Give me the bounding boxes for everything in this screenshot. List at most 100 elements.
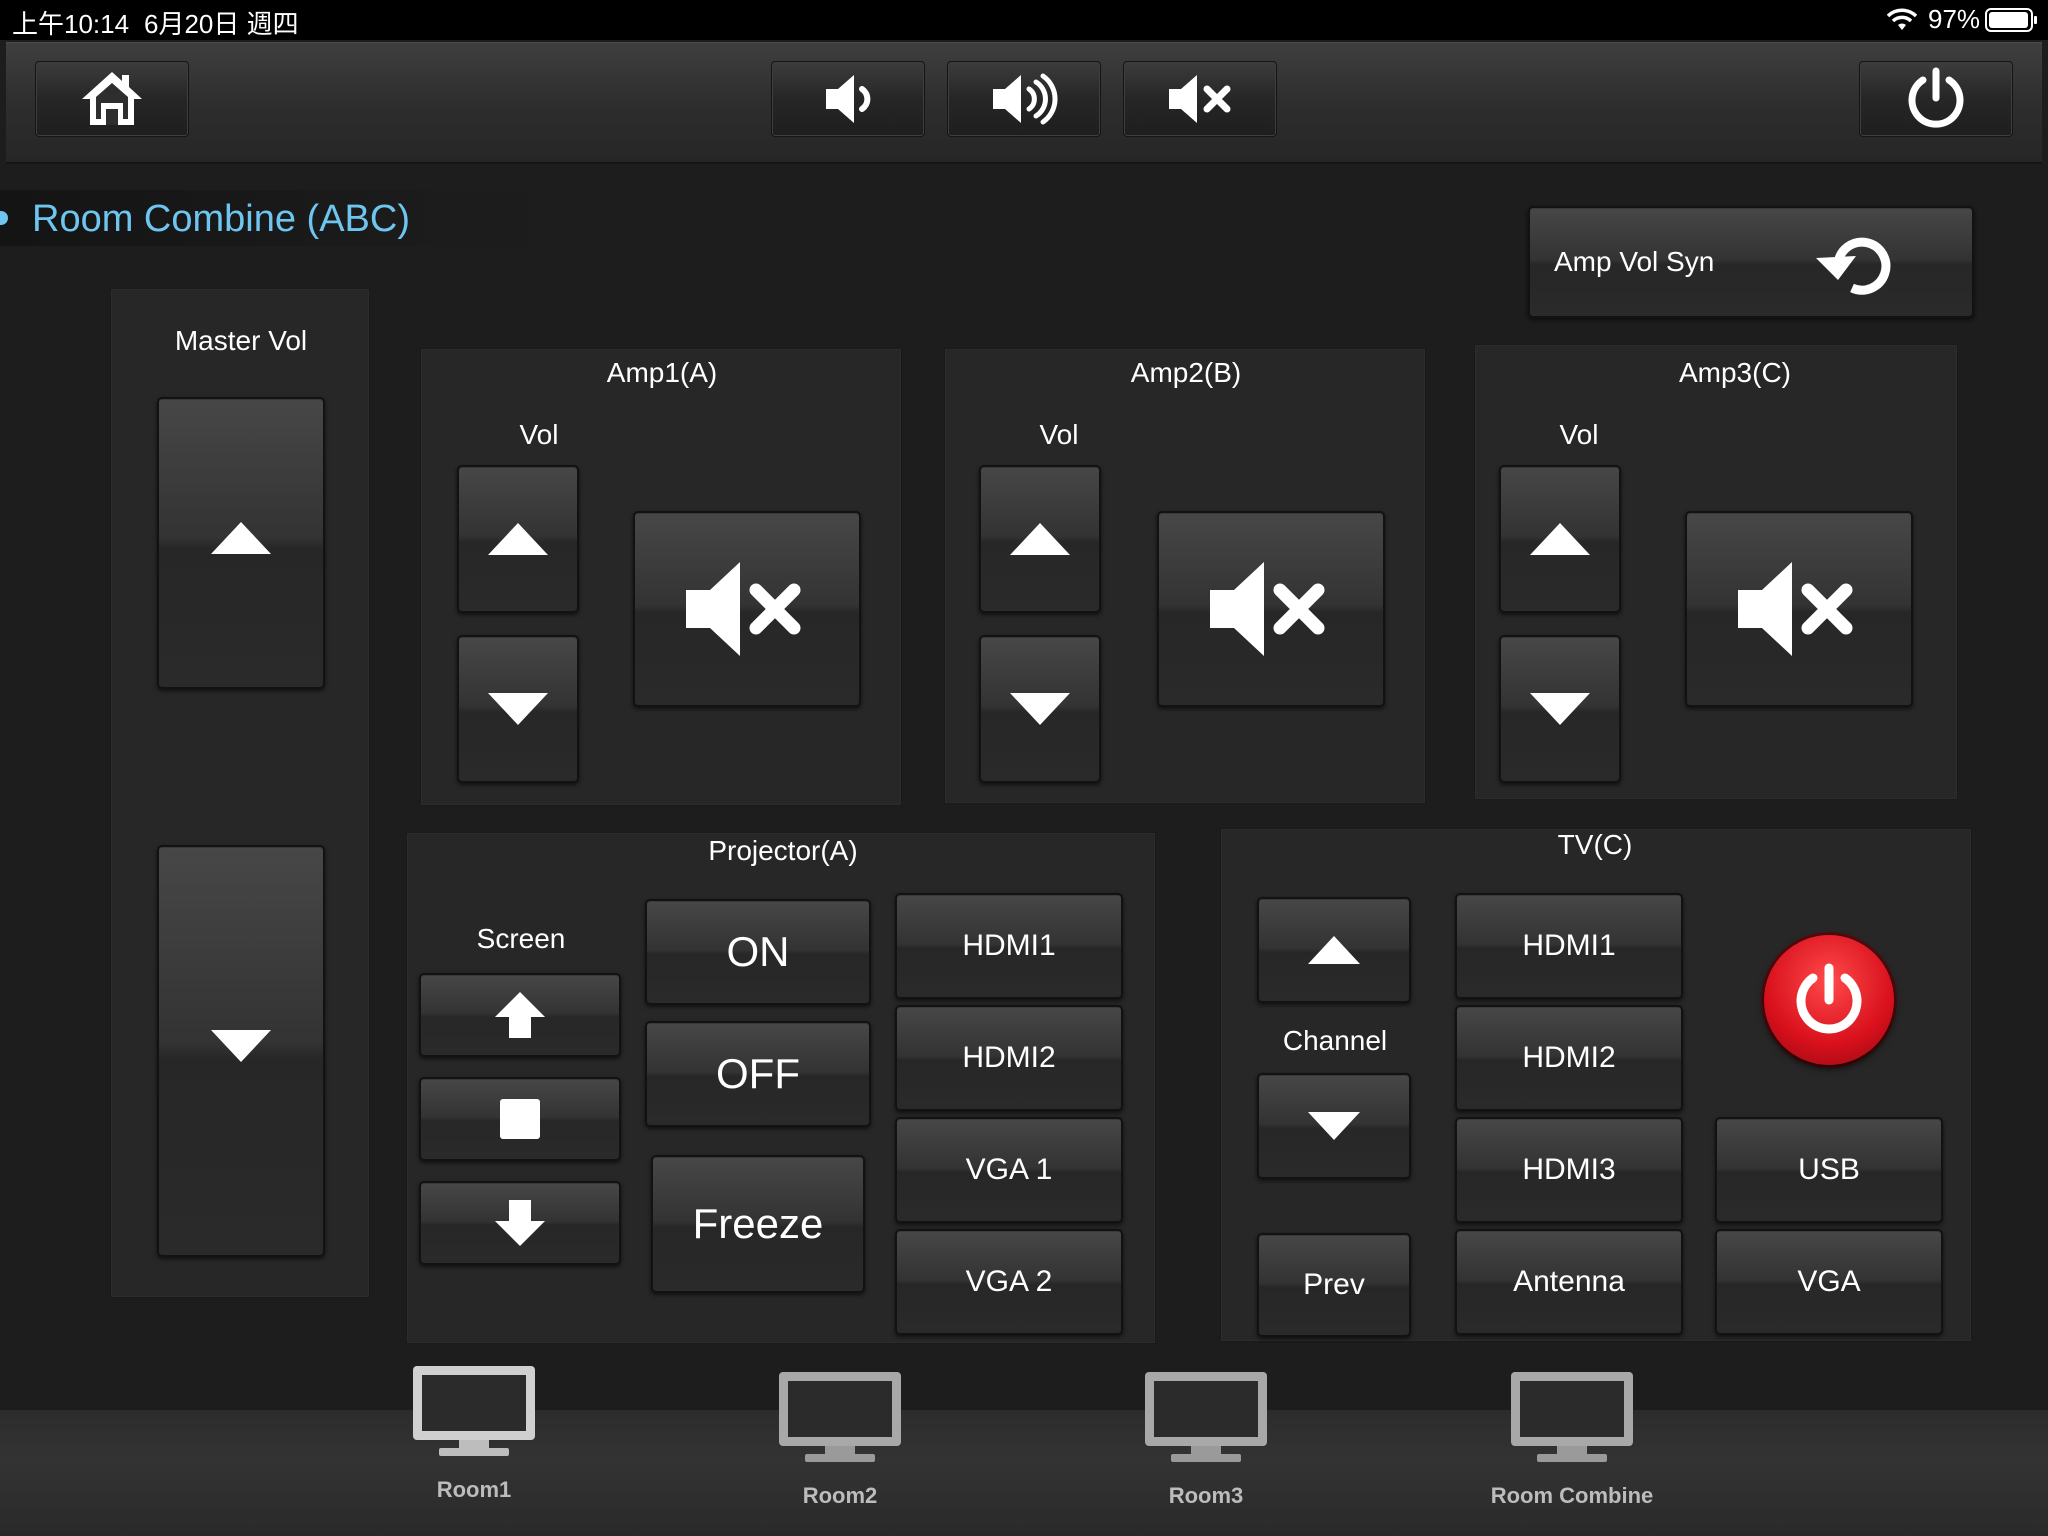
tv-source-usb[interactable]: USB [1715,1117,1943,1223]
amp1-panel: Amp1(A) Vol [420,348,902,806]
power-icon [1908,67,1964,128]
amp-vol-sync-label: Amp Vol Syn [1554,246,1715,277]
arrow-down-icon [211,1030,271,1062]
monitor-icon [1511,1372,1633,1462]
arrow-up-icon [488,523,548,555]
projector-source-hdmi2[interactable]: HDMI2 [895,1005,1123,1111]
mute-icon [1738,562,1853,656]
arrow-up-icon [1530,523,1590,555]
amp2-panel: Amp2(B) Vol [944,348,1426,804]
wifi-icon [1887,8,1917,30]
amp1-mute-button[interactable] [633,511,861,707]
tv-source-hdmi2[interactable]: HDMI2 [1455,1005,1683,1111]
page-title: Room Combine (ABC) [32,198,410,240]
volume-up-button[interactable] [947,61,1101,137]
amp3-vol-label: Vol [1559,419,1599,450]
tv-source-hdmi1[interactable]: HDMI1 [1455,893,1683,999]
screen-up-button[interactable] [419,973,621,1057]
volume-down-button[interactable] [771,61,925,137]
arrow-up-bold-icon [495,992,545,1038]
title-indicator [0,211,8,225]
page-title-bar: Room Combine (ABC) [0,190,560,246]
amp-vol-sync-button[interactable]: Amp Vol Syn [1528,206,1974,318]
room-tab-room1[interactable]: Room1 [394,1362,554,1503]
amp3-vol-up-button[interactable] [1499,465,1621,613]
monitor-icon [779,1372,901,1462]
room-tab-room2[interactable]: Room2 [760,1368,920,1509]
room-tab-room-combine[interactable]: Room Combine [1472,1368,1672,1509]
status-time: 上午10:14 [12,9,130,39]
mute-icon [686,562,801,656]
master-vol-label: Master Vol [174,325,308,356]
volume-up-icon [993,73,1058,125]
amp2-vol-label: Vol [1039,419,1079,450]
projector-source-vga2[interactable]: VGA 2 [895,1229,1123,1335]
arrow-down-icon [488,693,548,725]
tv-panel: TV(C) Channel Prev HDMI1 HDMI2 HDMI3 Ant… [1220,828,1972,1342]
projector-freeze-button[interactable]: Freeze [651,1155,865,1293]
projector-title: Projector(A) [708,835,858,866]
room-tab-bar [0,1410,2048,1536]
projector-source-vga1[interactable]: VGA 1 [895,1117,1123,1223]
amp3-title: Amp3(C) [1678,357,1791,388]
status-date: 6月20日 週四 [144,9,299,39]
amp1-title: Amp1(A) [606,357,718,388]
room-tab-label: Room Combine [1490,1483,1654,1508]
amp2-title: Amp2(B) [1130,357,1242,388]
projector-panel: Projector(A) Screen ON OFF Freeze HDMI1 … [406,832,1156,1344]
tv-power-button[interactable] [1764,935,1894,1065]
status-bar: 上午10:14 6月20日 週四 97% [0,0,2048,40]
battery-icon [1985,8,2037,32]
arrow-up-icon [1308,936,1360,964]
monitor-icon [1145,1372,1267,1462]
amp3-panel: Amp3(C) Vol [1474,344,1958,800]
arrow-down-bold-icon [495,1200,545,1246]
amp3-mute-button[interactable] [1685,511,1913,707]
arrow-down-icon [1530,693,1590,725]
amp3-vol-down-button[interactable] [1499,635,1621,783]
tv-source-antenna[interactable]: Antenna [1455,1229,1683,1335]
amp2-vol-down-button[interactable] [979,635,1101,783]
tv-title: TV(C) [1557,829,1633,860]
tv-prev-button[interactable]: Prev [1257,1233,1411,1337]
master-vol-up-button[interactable] [157,397,325,689]
projector-on-button[interactable]: ON [645,899,871,1005]
screen-down-button[interactable] [419,1181,621,1265]
room-tab-label: Room2 [802,1483,878,1508]
home-button[interactable] [35,61,189,137]
home-icon [82,72,142,125]
mute-button[interactable] [1123,61,1277,137]
projector-source-hdmi1[interactable]: HDMI1 [895,893,1123,999]
room-tab-label: Room1 [436,1477,512,1502]
amp1-vol-down-button[interactable] [457,635,579,783]
screen-label: Screen [476,923,566,954]
amp1-vol-up-button[interactable] [457,465,579,613]
arrow-up-icon [211,522,271,554]
tv-source-vga[interactable]: VGA [1715,1229,1943,1335]
mute-icon [1210,562,1325,656]
amp1-vol-label: Vol [519,419,559,450]
arrow-down-icon [1308,1112,1360,1140]
master-vol-down-button[interactable] [157,845,325,1257]
tv-source-hdmi3[interactable]: HDMI3 [1455,1117,1683,1223]
arrow-down-icon [1010,693,1070,725]
top-toolbar [6,42,2042,164]
monitor-icon [413,1366,535,1456]
projector-off-button[interactable]: OFF [645,1021,871,1127]
amp2-mute-button[interactable] [1157,511,1385,707]
room-tab-room3[interactable]: Room3 [1126,1368,1286,1509]
amp2-vol-up-button[interactable] [979,465,1101,613]
channel-label: Channel [1282,1025,1388,1056]
battery-percent: 97% [1928,4,1981,34]
volume-down-icon [826,75,871,123]
mute-icon [1169,75,1231,123]
screen-stop-button[interactable] [419,1077,621,1161]
power-button[interactable] [1859,61,2013,137]
power-icon [1796,963,1862,1034]
stop-icon [500,1099,540,1139]
master-vol-panel: Master Vol [110,288,370,1298]
channel-down-button[interactable] [1257,1073,1411,1179]
refresh-icon [1816,237,1891,295]
channel-up-button[interactable] [1257,897,1411,1003]
room-tab-label: Room3 [1168,1483,1244,1508]
